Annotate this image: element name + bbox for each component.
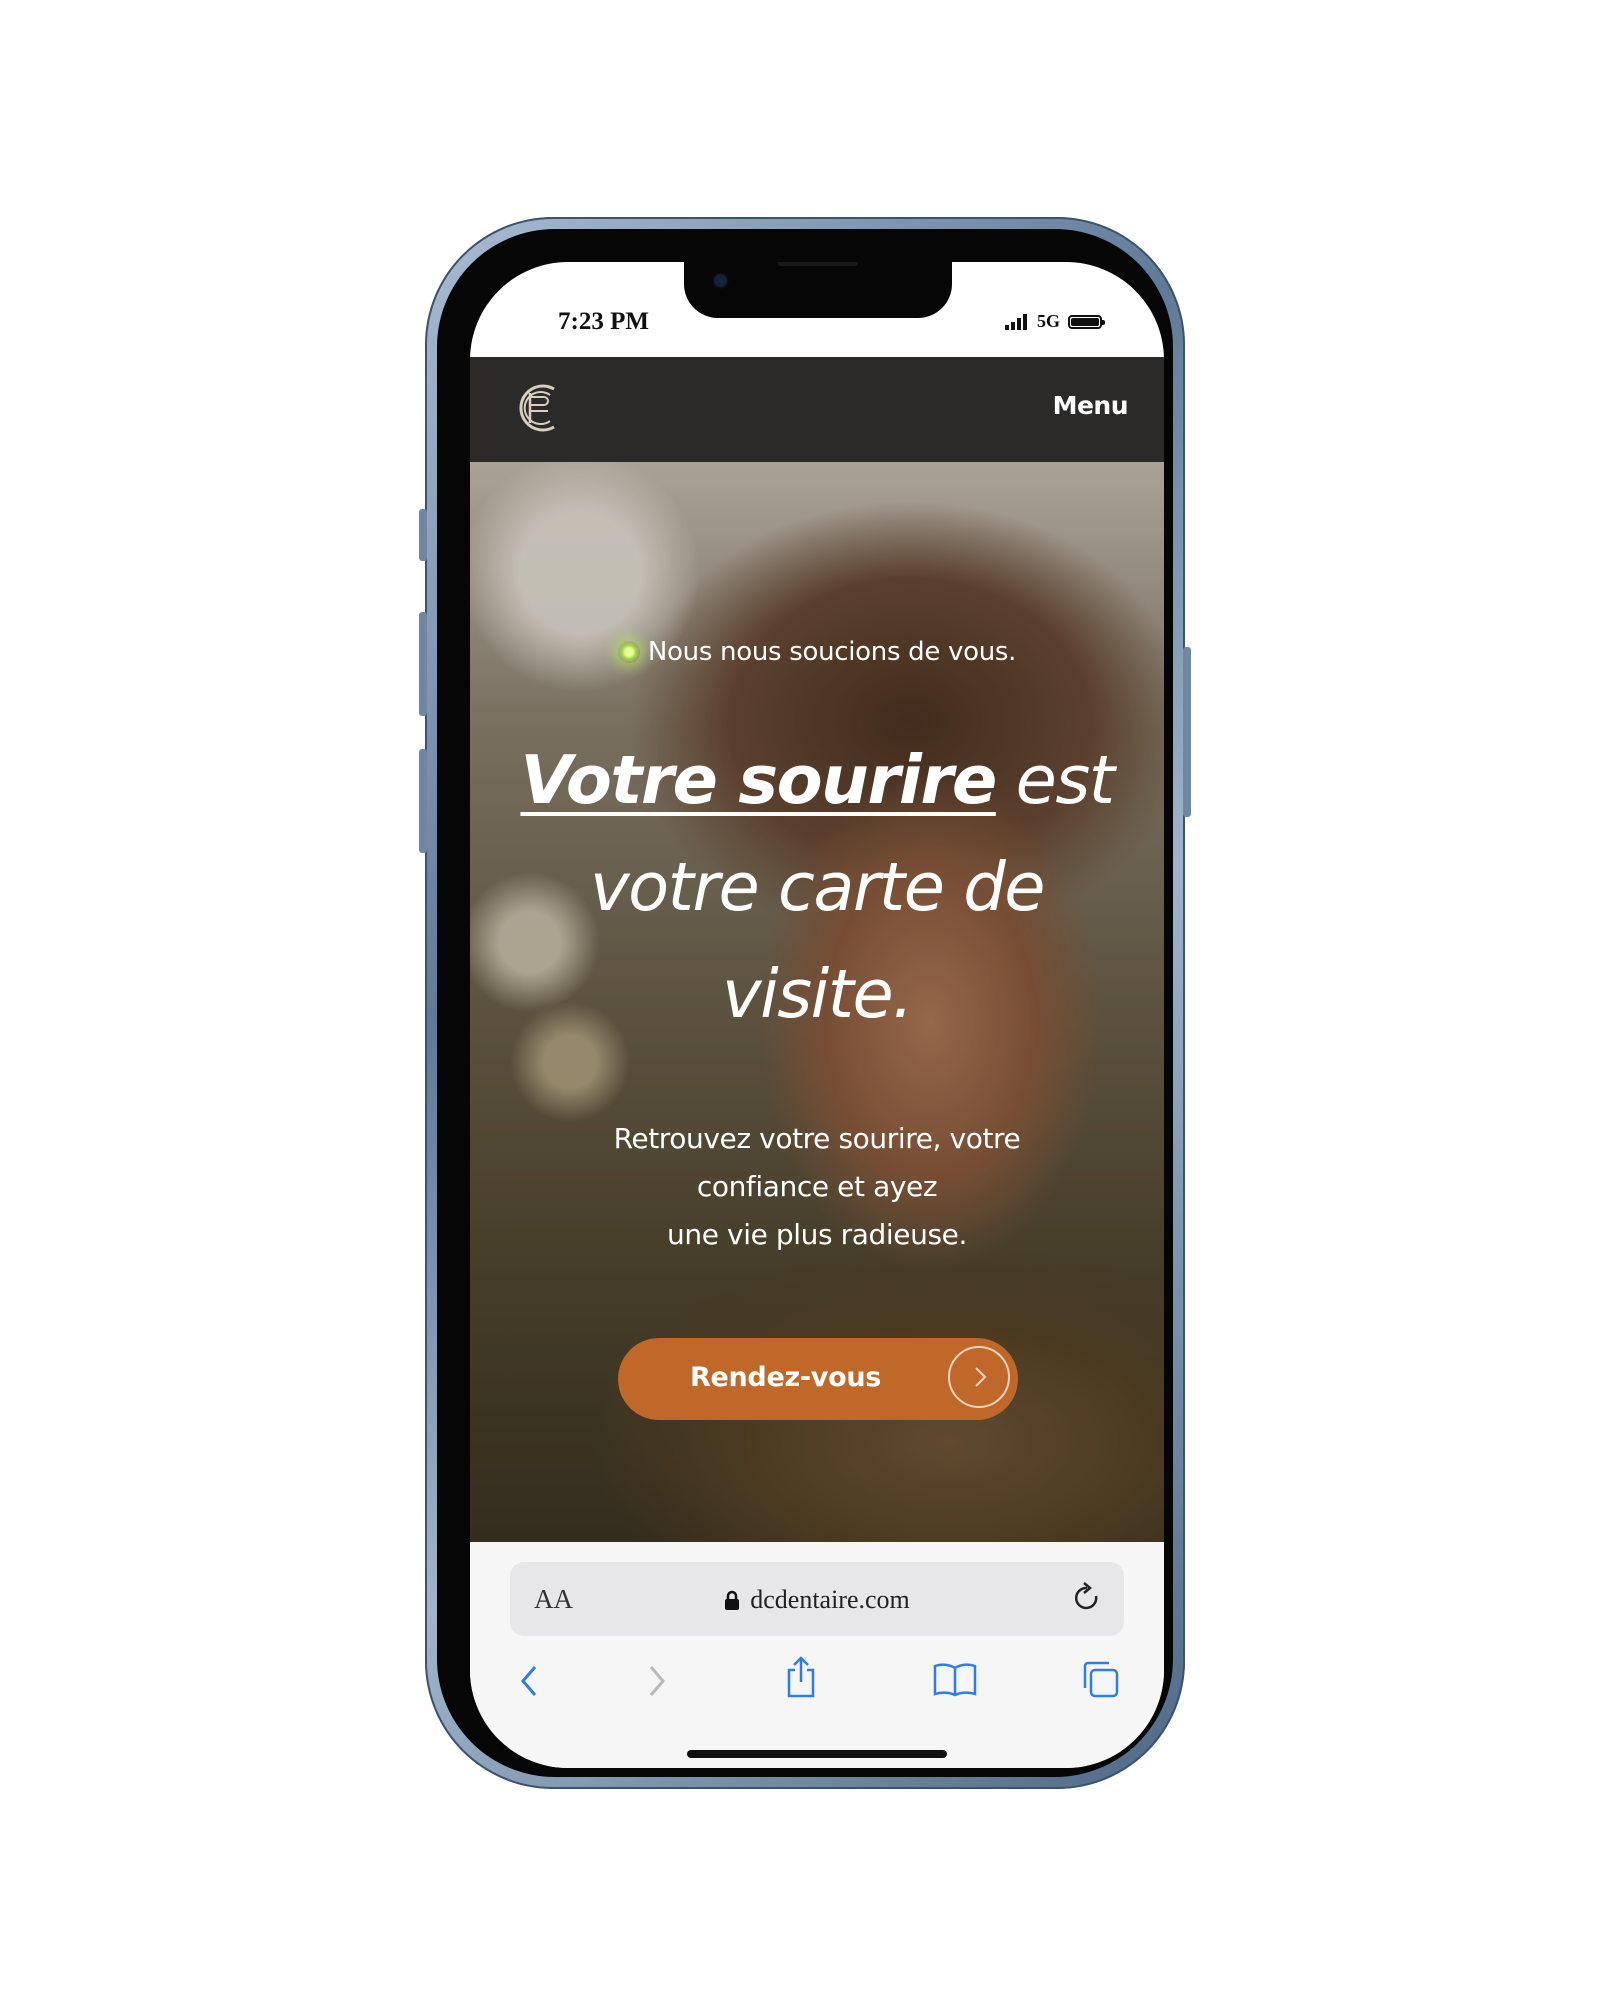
back-icon[interactable] [518,1663,540,1699]
subtext-line: confiance et ayez [696,1170,938,1203]
forward-icon[interactable] [646,1663,668,1699]
status-indicators: 5G [1004,311,1105,332]
hero-tagline: Nous nous soucions de vous. [470,637,1164,667]
url-display: dcdentaire.com [510,1585,1124,1615]
tagline-text: Nous nous soucions de vous. [647,637,1017,667]
notch [684,262,952,318]
subtext-line: une vie plus radieuse. [667,1218,967,1251]
site-header: Menu [470,357,1164,462]
tabs-icon[interactable] [1080,1659,1120,1699]
address-bar[interactable]: AA dcdentaire.com [510,1562,1124,1636]
power-button [1183,647,1191,817]
home-indicator[interactable] [687,1750,947,1758]
url-text: dcdentaire.com [750,1585,910,1614]
chevron-right-icon [948,1346,1010,1408]
phone-frame: 7:23 PM 5G Menu Nous nous soucions de vo… [419,217,1191,1789]
mute-switch [419,509,427,561]
battery-icon [1068,314,1105,329]
browser-nav-row [470,1655,1164,1715]
phone-bezel: 7:23 PM 5G Menu Nous nous soucions de vo… [437,229,1173,1777]
browser-toolbar: AA dcdentaire.com [470,1542,1164,1768]
front-camera [714,274,727,287]
network-label: 5G [1036,311,1060,331]
hero-section: Nous nous soucions de vous. Votre sourir… [470,462,1164,1542]
menu-button[interactable]: Menu [1053,391,1129,420]
reload-icon[interactable] [1072,1582,1102,1614]
hero-headline: Votre sourire est votre carte de visite. [500,727,1134,1048]
headline-emphasis: Votre sourire [520,741,997,819]
volume-down-button [419,749,427,853]
signal-icon [1004,313,1027,330]
volume-up-button [419,612,427,716]
dc-logo-icon[interactable] [510,375,562,441]
bookmarks-icon[interactable] [932,1661,978,1697]
phone-screen: 7:23 PM 5G Menu Nous nous soucions de vo… [470,262,1164,1768]
hero-subtext: Retrouvez votre sourire, votre confiance… [560,1115,1074,1259]
lock-icon [725,1590,740,1610]
earpiece-speaker [778,262,858,266]
subtext-line: Retrouvez votre sourire, votre [613,1122,1021,1155]
share-icon[interactable] [783,1655,819,1699]
status-time: 7:23 PM [558,308,649,335]
appointment-button-label: Rendez-vous [690,1362,882,1393]
sparkle-icon [617,641,640,663]
appointment-button[interactable]: Rendez-vous [618,1338,1018,1420]
